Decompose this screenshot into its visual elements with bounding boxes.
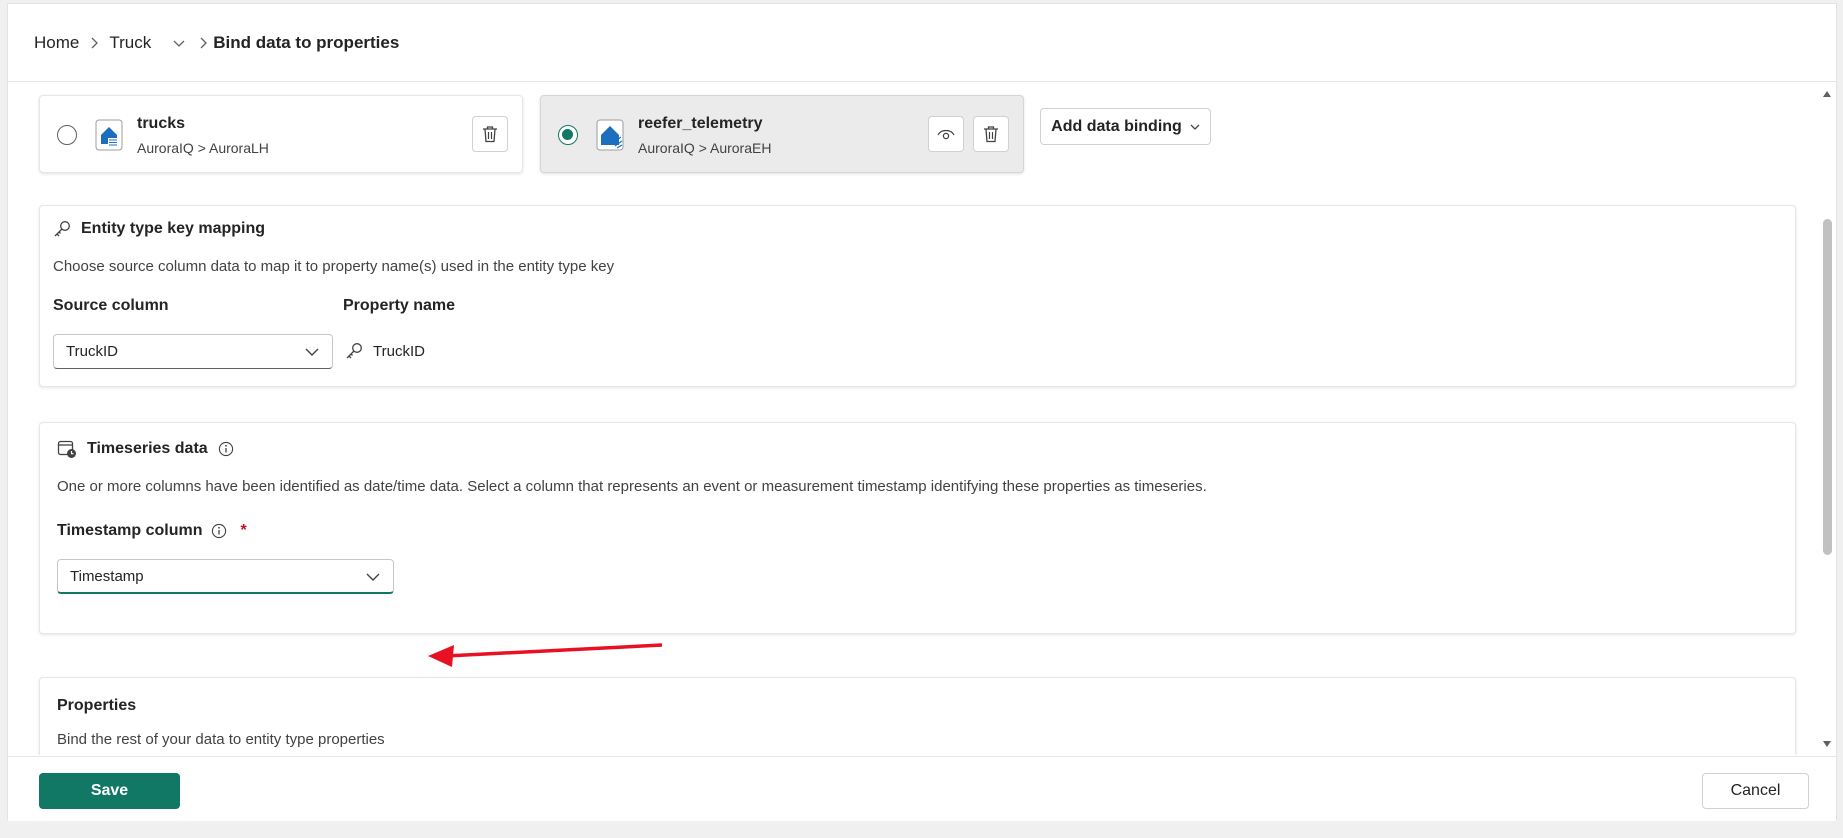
content-scroll-area[interactable]: trucks AuroraIQ > AuroraLH reefer_teleme… [8,83,1838,755]
timeseries-description: One or more columns have been identified… [57,478,1207,495]
binding-card-trucks[interactable]: trucks AuroraIQ > AuroraLH [39,95,523,173]
binding-name: reefer_telemetry [638,115,763,132]
eventhouse-icon [596,119,624,151]
property-name-display: TruckID [345,342,425,360]
breadcrumb: Home Truck Bind data to properties [8,4,1836,82]
binding-path: AuroraIQ > AuroraEH [638,140,772,156]
timeseries-title: Timeseries data [87,440,208,457]
key-mapping-description: Choose source column data to map it to p… [53,258,615,275]
breadcrumb-current: Bind data to properties [213,32,400,52]
info-icon[interactable] [211,523,227,539]
lakehouse-icon [95,119,123,151]
dialog-frame: Home Truck Bind data to properties truck… [7,3,1838,821]
trash-icon [483,126,497,143]
save-button[interactable]: Save [39,773,180,809]
scroll-down-icon[interactable] [1822,739,1832,749]
binding-path: AuroraIQ > AuroraLH [137,140,269,156]
binding-radio-selected[interactable] [558,125,578,145]
breadcrumb-home[interactable]: Home [34,33,79,53]
binding-radio[interactable] [57,125,77,145]
timestamp-column-label: Timestamp column [57,522,203,539]
chevron-down-icon [305,348,319,356]
timestamp-column-value: Timestamp [70,567,144,585]
vertical-scrollbar[interactable] [1820,89,1834,749]
scroll-up-icon[interactable] [1822,89,1832,99]
chevron-down-icon [1190,124,1200,130]
scrollbar-thumb[interactable] [1823,219,1832,555]
source-column-label: Source column [53,297,169,314]
source-column-dropdown[interactable]: TruckID [53,334,333,369]
trash-icon [984,126,998,143]
add-data-binding-button[interactable]: Add data binding [1040,108,1211,145]
breadcrumb-entity[interactable]: Truck [109,33,151,53]
timestamp-column-dropdown[interactable]: Timestamp [57,559,394,594]
chevron-right-icon [193,33,213,53]
add-data-binding-label: Add data binding [1051,117,1182,135]
source-column-value: TruckID [66,343,118,360]
key-mapping-section: Entity type key mapping Choose source co… [39,205,1796,387]
binding-name: trucks [137,115,186,132]
required-asterisk: * [240,522,247,539]
key-mapping-title: Entity type key mapping [81,220,266,237]
dialog-footer: Save Cancel [8,756,1836,821]
chevron-down-icon[interactable] [165,33,193,53]
cancel-button[interactable]: Cancel [1702,773,1809,809]
chevron-right-icon [79,33,109,53]
key-icon [54,221,70,237]
binding-card-reefer-telemetry[interactable]: reefer_telemetry AuroraIQ > AuroraEH [540,95,1024,173]
properties-title: Properties [57,697,137,714]
annotation-arrow-icon [428,643,663,667]
eye-icon [937,129,955,140]
properties-section: Properties Bind the rest of your data to… [39,677,1796,755]
key-icon [346,343,362,359]
delete-binding-button[interactable] [472,116,508,152]
chevron-down-icon [366,573,380,581]
info-icon[interactable] [218,441,234,457]
preview-binding-button[interactable] [928,116,964,152]
timeseries-section: Timeseries data One or more columns have… [39,422,1796,634]
property-name-value: TruckID [373,342,425,360]
calendar-clock-icon [57,440,76,458]
properties-description: Bind the rest of your data to entity typ… [57,731,385,748]
property-name-label: Property name [343,297,456,314]
delete-binding-button[interactable] [973,116,1009,152]
